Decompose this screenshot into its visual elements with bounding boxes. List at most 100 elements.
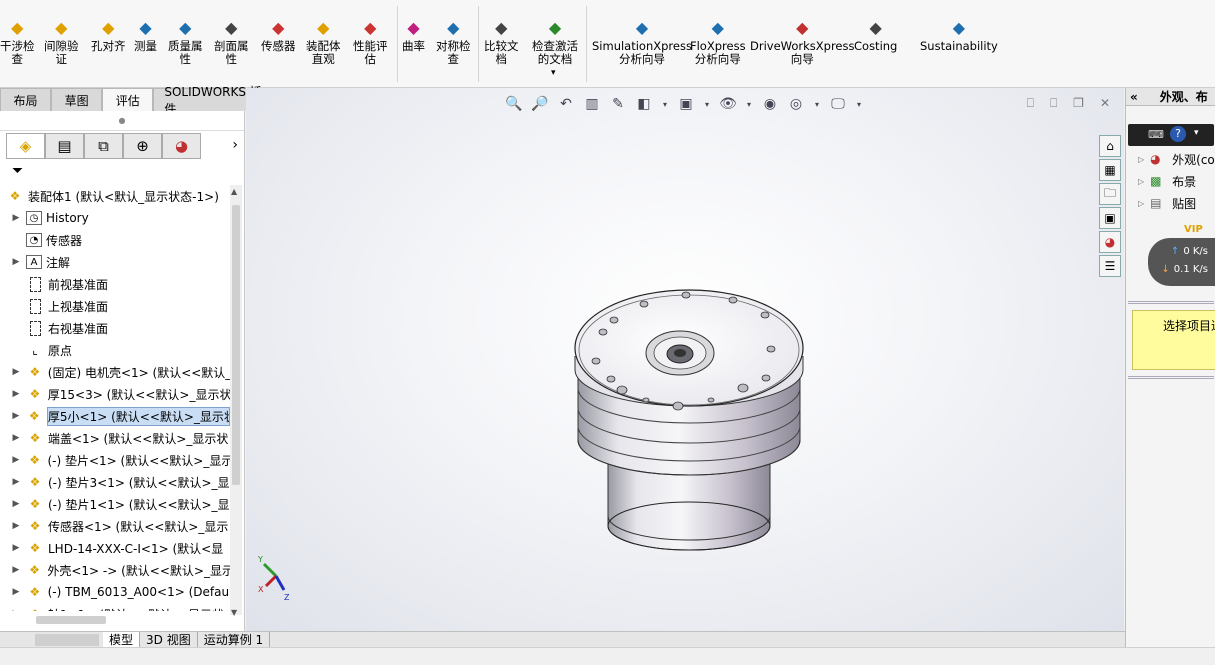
- curvature-button[interactable]: ◆ 曲率: [402, 16, 425, 72]
- task-pane-item[interactable]: ▷ ▩ 布景: [1138, 173, 1196, 190]
- tree-node[interactable]: ▶ ◷ History: [0, 207, 230, 229]
- tree-node[interactable]: ▶ ❖ (-) TBM_6013_A00<1> (Defaul: [0, 581, 230, 603]
- asm-visual-button[interactable]: ◆ 装配体 直观: [306, 16, 341, 72]
- chevron-right-icon[interactable]: ›: [232, 137, 238, 153]
- expand-arrow-icon[interactable]: ▶: [10, 411, 22, 421]
- section-props-button[interactable]: ◆ 剖面属 性: [214, 16, 249, 72]
- expand-arrow-icon[interactable]: ▶: [10, 499, 22, 509]
- symmetry-button[interactable]: ◆ 对称检 查: [436, 16, 471, 72]
- scrollbar-thumb[interactable]: [232, 205, 240, 485]
- expand-arrow-icon[interactable]: ▶: [10, 433, 22, 443]
- tree-vertical-scrollbar[interactable]: ▲ ▼: [230, 185, 242, 617]
- filter-icon[interactable]: ⏷: [12, 163, 23, 179]
- configuration-manager-tab[interactable]: ⧉: [84, 133, 123, 159]
- design-library-icon[interactable]: ▦: [1099, 159, 1121, 181]
- dimxpert-manager-tab[interactable]: ⊕: [123, 133, 162, 159]
- check-active-document-icon: ◆: [548, 17, 562, 37]
- expand-arrow-icon[interactable]: ▶: [10, 257, 22, 267]
- expand-arrow-icon[interactable]: ▶: [10, 609, 22, 611]
- tree-node[interactable]: 上视基准面: [0, 295, 230, 317]
- expand-arrow-icon[interactable]: ▶: [10, 389, 22, 399]
- graphics-area[interactable]: 🔍 🔎 ↶ ▥ ✎ ◧ ▾ ▣ ▾ 👁 ▾ ◉ ◎ ▾ 🖵 ▾ ⎕ ⎕ ❐ ✕: [246, 88, 1124, 631]
- tree-node[interactable]: ▶ A 注解: [0, 251, 230, 273]
- appearances-scenes-icon[interactable]: ◕: [1099, 231, 1121, 253]
- interference-button[interactable]: ◆ 干涉检 查: [0, 16, 35, 72]
- measure-button[interactable]: ◆ 测量: [134, 16, 157, 72]
- sensor-button[interactable]: ◆ 传感器: [261, 16, 296, 72]
- tree-node[interactable]: ⌞ 原点: [0, 339, 230, 361]
- tree-node[interactable]: ▶ ❖ (-) 垫片3<1> (默认<<默认>_显: [0, 471, 230, 493]
- expand-arrow-icon[interactable]: ▶: [10, 521, 22, 531]
- check-active-button[interactable]: ◆ 检查激活 的文档: [532, 16, 578, 72]
- mass-props-button[interactable]: ◆ 质量属 性: [168, 16, 203, 72]
- hole-align-button[interactable]: ◆ 孔对齐: [91, 16, 126, 72]
- keyboard-icon[interactable]: ⌨: [1148, 128, 1164, 141]
- tree-node[interactable]: 右视基准面: [0, 317, 230, 339]
- feature-tree: ❖ 装配体1 (默认<默认_显示状态-1>) ▶ ◷ History ◔ 传感器 ▶ A 注解 前视…: [0, 185, 230, 611]
- tab-bottom-2[interactable]: 运动算例 1: [198, 631, 271, 648]
- expand-arrow-icon[interactable]: ▶: [10, 565, 22, 575]
- tree-node[interactable]: ▶ ❖ (-) 垫片1<1> (默认<<默认>_显: [0, 493, 230, 515]
- compare-button[interactable]: ◆ 比较文 档: [484, 16, 519, 72]
- part-icon: ❖: [29, 431, 41, 445]
- help-icon[interactable]: ?: [1170, 126, 1186, 142]
- task-pane-item[interactable]: ▷ ▤ 贴图: [1138, 195, 1196, 212]
- tree-node-label: LHD-14-XXX-C-I<1> (默认<显: [48, 541, 224, 556]
- tree-node[interactable]: ▶ ❖ 传感器<1> (默认<<默认>_显示: [0, 515, 230, 537]
- view-palette-icon[interactable]: ▣: [1099, 207, 1121, 229]
- part-icon: ❖: [29, 519, 41, 533]
- display-manager-tab[interactable]: ◕: [162, 133, 201, 159]
- clearance-button[interactable]: ◆ 间隙验 证: [44, 16, 79, 72]
- tree-node[interactable]: 前视基准面: [0, 273, 230, 295]
- tree-node[interactable]: ▶ ❖ (固定) 电机壳<1> (默认<<默认_: [0, 361, 230, 383]
- tab-bottom-0[interactable]: 模型: [103, 631, 141, 648]
- costing-button[interactable]: ◆ Costing: [854, 16, 897, 72]
- home-icon[interactable]: ⌂: [1099, 135, 1121, 157]
- tree-horizontal-scrollbar[interactable]: [6, 614, 242, 628]
- collapse-icon[interactable]: «: [1130, 90, 1138, 104]
- performance-button[interactable]: ◆ 性能评 估: [353, 16, 388, 72]
- chevron-down-icon[interactable]: ▾: [1194, 128, 1199, 138]
- property-manager-tab[interactable]: ▤: [45, 133, 84, 159]
- expand-arrow-icon[interactable]: ▶: [10, 587, 22, 597]
- panel-splitter-handle[interactable]: ●: [0, 111, 244, 131]
- expand-arrow-icon[interactable]: ▷: [1138, 177, 1144, 186]
- tree-node[interactable]: ▶ ❖ 外壳<1> -> (默认<<默认>_显示: [0, 559, 230, 581]
- custom-properties-icon[interactable]: ☰: [1099, 255, 1121, 277]
- tree-node[interactable]: ▶ ❖ 厚15<3> (默认<<默认>_显示状: [0, 383, 230, 405]
- tree-node[interactable]: ◔ 传感器: [0, 229, 230, 251]
- tab-scroll-buttons[interactable]: [35, 633, 99, 646]
- expand-arrow-icon[interactable]: ▶: [10, 477, 22, 487]
- simxpress-button[interactable]: ◆ SimulationXpress 分析向导: [592, 16, 692, 72]
- expand-arrow-icon[interactable]: ▶: [10, 543, 22, 553]
- tab-bottom-1[interactable]: 3D 视图: [140, 631, 198, 648]
- expand-arrow-icon[interactable]: ▷: [1138, 155, 1144, 164]
- tree-root-assembly[interactable]: ❖ 装配体1 (默认<默认_显示状态-1>): [0, 185, 230, 207]
- feature-manager-tab[interactable]: ◈: [6, 133, 45, 159]
- tab-command-0[interactable]: 布局: [0, 88, 52, 111]
- tab-command-2[interactable]: 评估: [102, 88, 154, 111]
- scroll-up-icon[interactable]: ▲: [231, 187, 237, 196]
- expand-arrow-icon[interactable]: ▶: [10, 213, 22, 223]
- task-pane-item[interactable]: ▷ ◕ 外观(co: [1138, 151, 1215, 168]
- expand-arrow-icon[interactable]: ▶: [10, 367, 22, 377]
- driveworks-button[interactable]: ◆ DriveWorksXpress 向导: [750, 16, 854, 72]
- sustainability-button[interactable]: ◆ Sustainability: [920, 16, 998, 72]
- task-pane-item-label: 贴图: [1172, 197, 1197, 211]
- tree-node[interactable]: ▶ ❖ 厚5小<1> (默认<<默认>_显示状: [0, 405, 230, 427]
- sensor-icon: ◆: [272, 17, 285, 37]
- expand-arrow-icon[interactable]: ▶: [10, 455, 22, 465]
- tree-node[interactable]: ▶ ❖ 端盖<1> (默认<<默认>_显示状: [0, 427, 230, 449]
- file-explorer-icon[interactable]: 🗀: [1099, 183, 1121, 205]
- tree-node[interactable]: ▶ ❖ LHD-14-XXX-C-I<1> (默认<显: [0, 537, 230, 559]
- tab-command-1[interactable]: 草图: [51, 88, 103, 111]
- assembly-model[interactable]: [246, 88, 1124, 631]
- tree-node-label: History: [46, 211, 89, 225]
- tree-node[interactable]: ▶ ❖ (-) 垫片<1> (默认<<默认>_显示: [0, 449, 230, 471]
- tree-node[interactable]: ▶ ❖ 轴1<1> (默认<<默认>_显示状: [0, 603, 230, 611]
- task-pane-toolbar: ⌨ ? ▾: [1128, 124, 1214, 146]
- scrollbar-thumb[interactable]: [36, 616, 106, 624]
- chevron-down-icon[interactable]: ▾: [551, 68, 556, 78]
- expand-arrow-icon[interactable]: ▷: [1138, 199, 1144, 208]
- floxpress-button[interactable]: ◆ FloXpress 分析向导: [690, 16, 746, 72]
